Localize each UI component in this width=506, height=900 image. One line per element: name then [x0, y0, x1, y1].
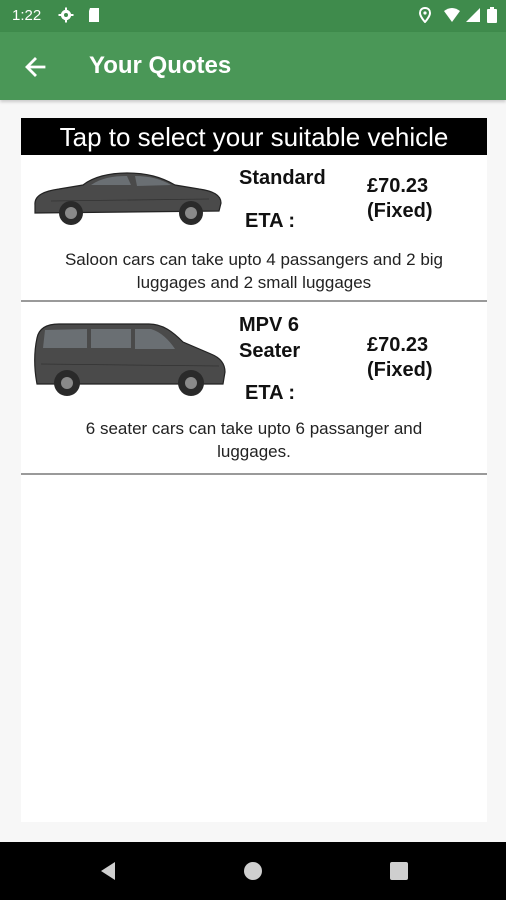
eta-label: ETA :: [245, 382, 295, 404]
back-nav-icon[interactable]: [96, 859, 120, 883]
price-type: (Fixed): [367, 359, 433, 381]
app-bar: Your Quotes: [0, 32, 506, 100]
status-bar: 1:22: [0, 0, 506, 32]
vehicle-name: Standard: [239, 167, 326, 189]
home-nav-icon[interactable]: [241, 859, 265, 883]
mpv-van-icon: [31, 318, 227, 403]
saloon-car-icon: [31, 165, 225, 232]
signal-icon: [465, 7, 481, 23]
page-title: Your Quotes: [89, 52, 232, 79]
instruction-banner: Tap to select your suitable vehicle: [21, 118, 487, 155]
quote-price: £70.23: [367, 334, 429, 356]
location-icon: [417, 6, 433, 24]
arrow-back-icon[interactable]: [20, 52, 50, 82]
divider: [21, 473, 487, 475]
quotes-list: Tap to select your suitable vehicle Stan…: [21, 118, 487, 822]
recents-nav-icon[interactable]: [387, 859, 411, 883]
wifi-icon: [443, 7, 460, 23]
sd-card-icon: [86, 7, 102, 23]
quote-price: £70.23: [367, 175, 429, 197]
vehicle-description: 6 seater cars can take upto 6 passanger …: [85, 419, 423, 461]
quote-item-mpv[interactable]: MPV 6 Seater ETA : £70.23 (Fixed) 6 seat…: [21, 302, 487, 475]
vehicle-description: Saloon cars can take upto 4 passangers a…: [64, 250, 444, 292]
price-type: (Fixed): [367, 200, 433, 222]
status-time: 1:22: [12, 7, 42, 24]
system-nav-bar: [0, 842, 506, 900]
battery-icon: [487, 7, 497, 23]
gear-icon: [58, 7, 74, 23]
vehicle-name: MPV 6 Seater: [239, 314, 301, 362]
quote-item-standard[interactable]: Standard ETA : £70.23 (Fixed) Saloon car…: [21, 155, 487, 302]
eta-label: ETA :: [245, 210, 295, 232]
